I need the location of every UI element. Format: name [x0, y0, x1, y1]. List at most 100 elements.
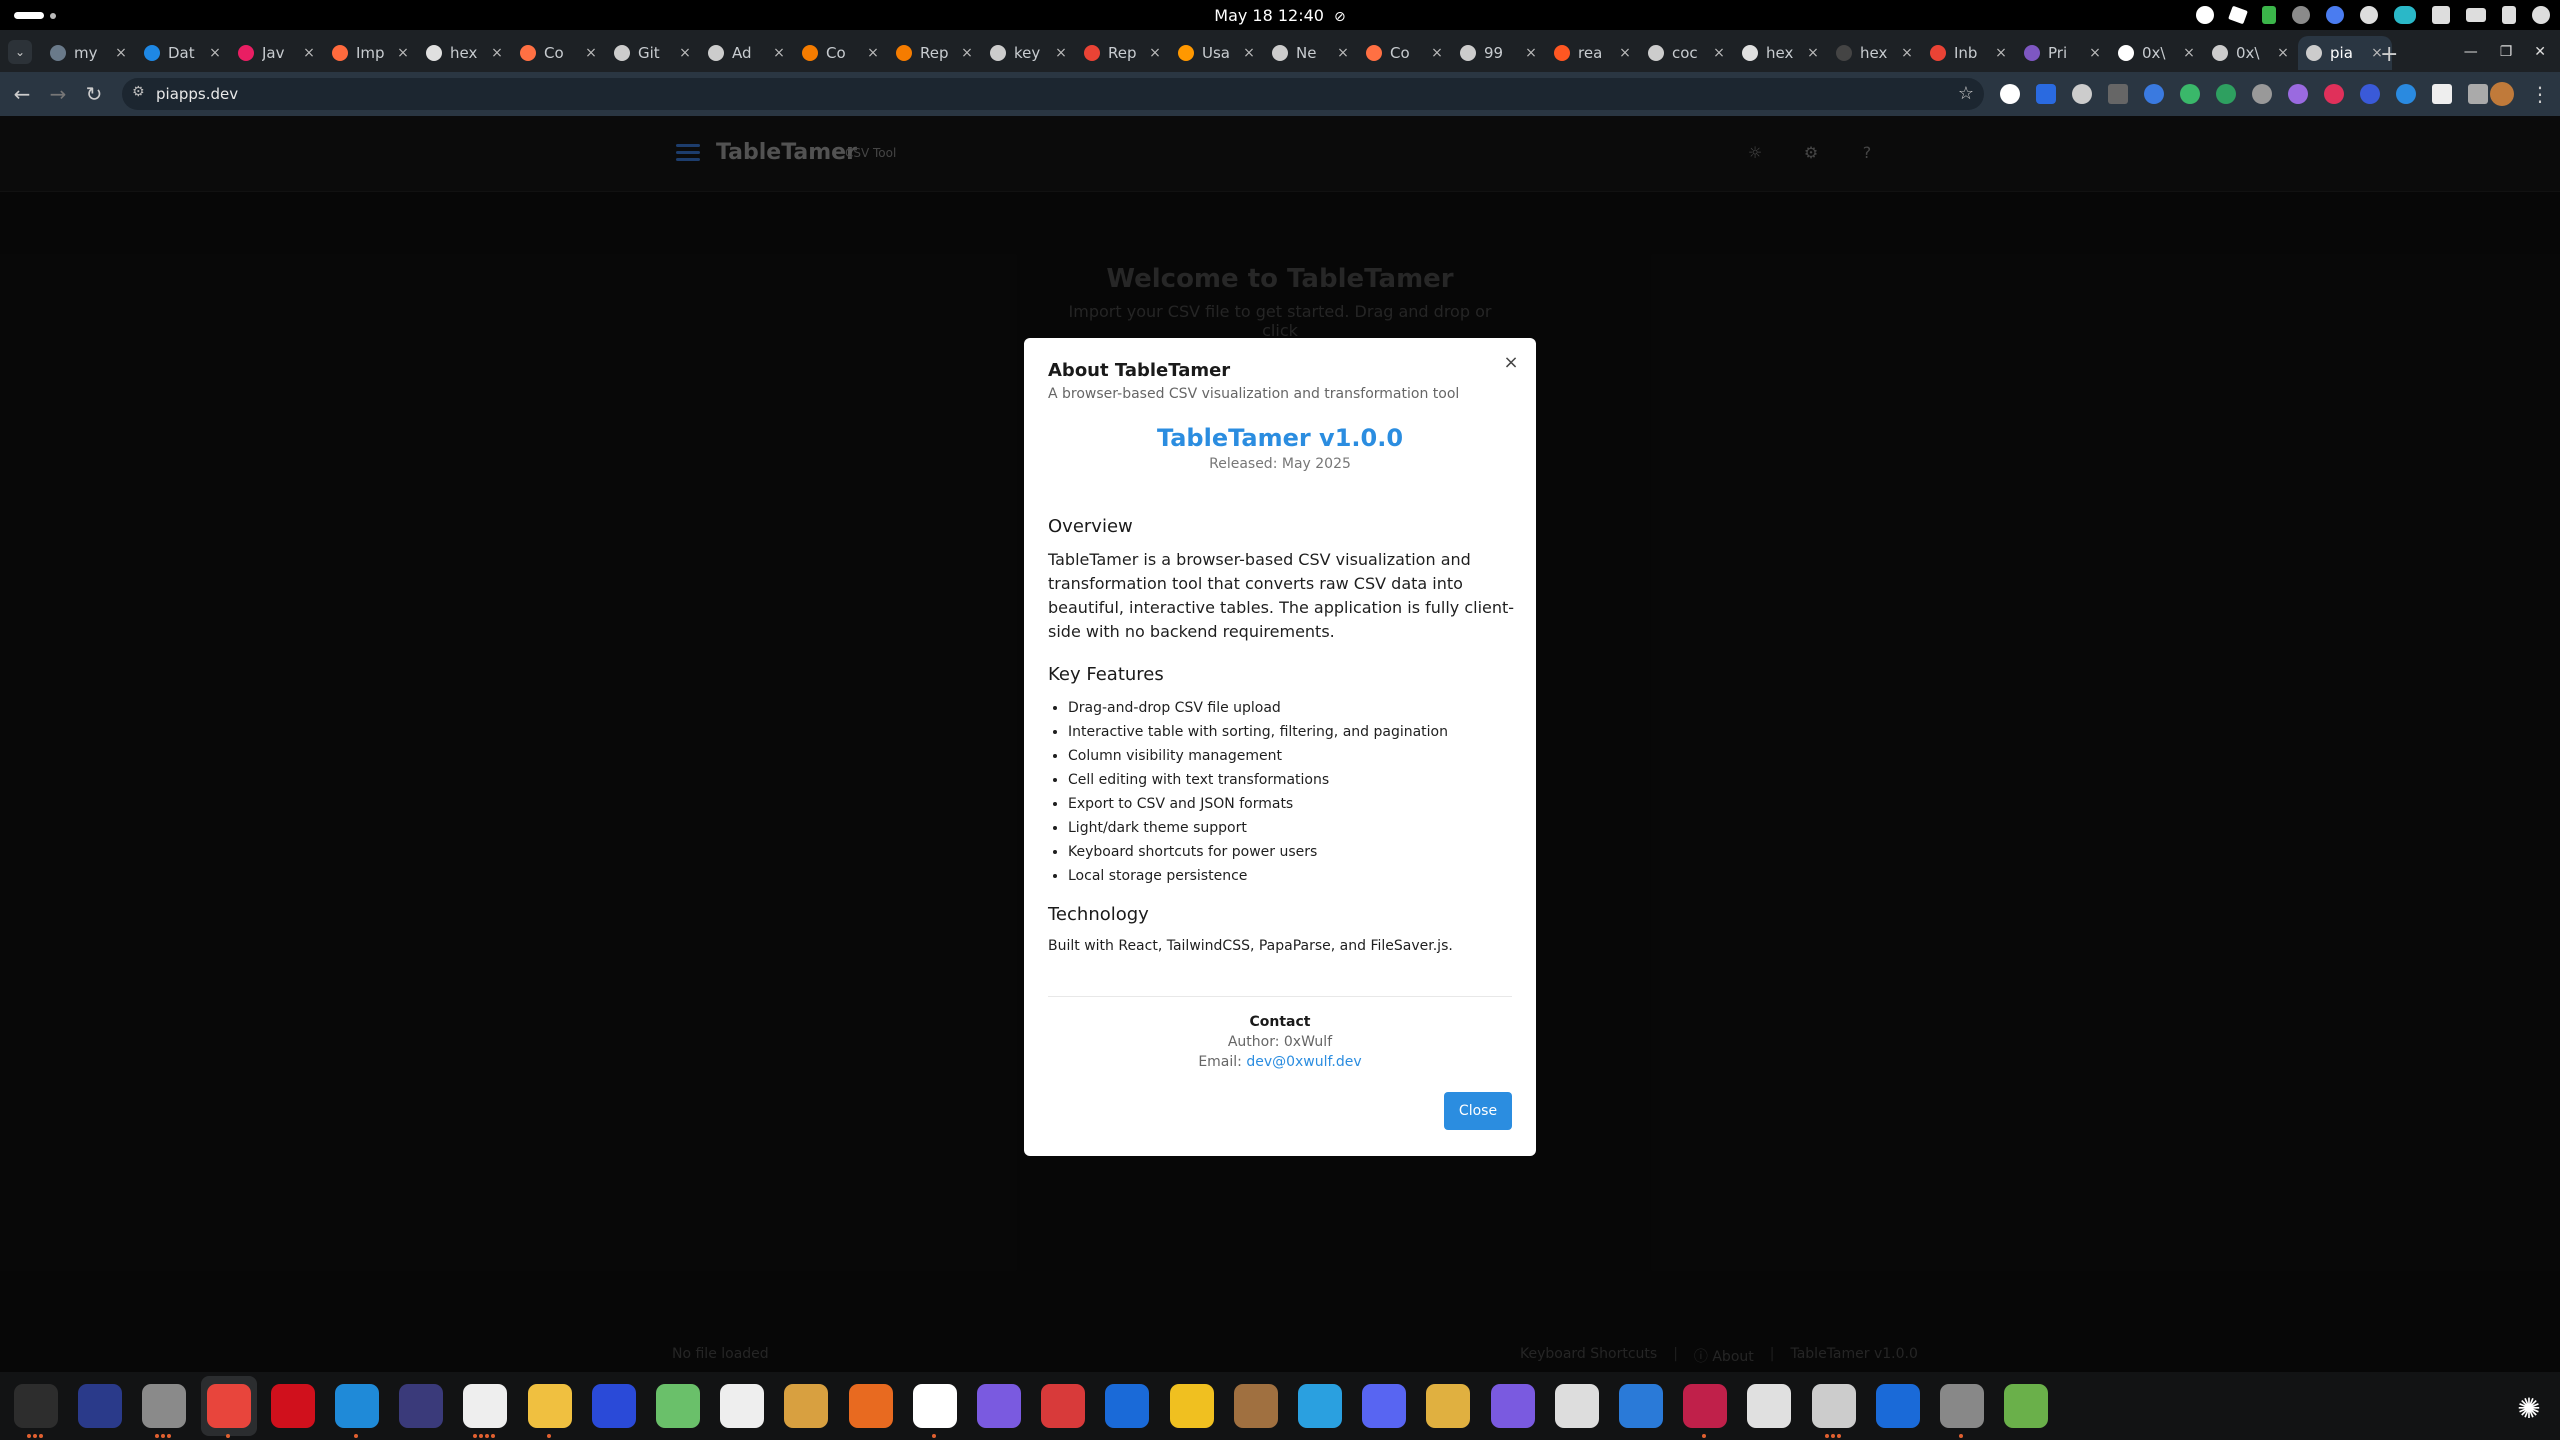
box-app-icon[interactable] [656, 1384, 700, 1428]
power-icon[interactable] [2532, 6, 2550, 24]
tab-close-icon[interactable]: × [1806, 45, 1820, 61]
site-info-icon[interactable]: ⚙ [132, 84, 145, 100]
extensions-puzzle-icon[interactable] [2468, 84, 2488, 104]
keyboard-icon[interactable] [2466, 8, 2486, 22]
tray-lock-icon[interactable] [2262, 6, 2276, 24]
extension-grammarly-icon[interactable] [2180, 84, 2200, 104]
email-link[interactable]: dev@0xwulf.dev [1246, 1054, 1361, 1070]
browser-tab[interactable]: 0x\ × [2110, 36, 2204, 70]
chrome-icon[interactable] [206, 1384, 251, 1428]
profile-avatar[interactable] [2490, 82, 2514, 106]
tab-search-button[interactable]: ⌄ [8, 40, 32, 64]
proton-vpn-icon[interactable] [1490, 1384, 1535, 1428]
opera-icon[interactable] [270, 1384, 315, 1428]
tab-close-icon[interactable]: × [1712, 45, 1726, 61]
tab-close-icon[interactable]: × [490, 45, 504, 61]
address-bar[interactable]: ⚙ piapps.dev ☆ [122, 78, 1984, 110]
image-viewer-icon[interactable] [1811, 1384, 1856, 1428]
books-icon[interactable] [1233, 1384, 1278, 1428]
tab-close-icon[interactable]: × [1524, 45, 1538, 61]
files-icon[interactable] [142, 1384, 187, 1428]
close-button[interactable]: Close [1444, 1092, 1512, 1130]
prompt-icon[interactable] [1169, 1384, 1214, 1428]
screen-manager-icon[interactable] [78, 1384, 123, 1428]
extension-icon[interactable] [2396, 84, 2416, 104]
browser-tab[interactable]: key × [982, 36, 1076, 70]
telegram-tray-icon[interactable] [2228, 5, 2248, 25]
tab-close-icon[interactable]: × [1054, 45, 1068, 61]
browser-tab[interactable]: Co × [1358, 36, 1452, 70]
unity-icon[interactable] [720, 1384, 765, 1428]
browser-tab[interactable]: Imp × [324, 36, 418, 70]
browser-tab[interactable]: hex × [418, 36, 512, 70]
show-apps-icon[interactable]: ✺ [2512, 1392, 2546, 1426]
browser-tab[interactable]: Pri × [2016, 36, 2110, 70]
tab-close-icon[interactable]: × [1430, 45, 1444, 61]
close-icon[interactable]: × [1500, 352, 1522, 374]
extension-icon[interactable] [2144, 84, 2164, 104]
telegram-icon[interactable] [1298, 1384, 1342, 1428]
discord-icon[interactable] [1362, 1384, 1407, 1428]
sloth-icon[interactable] [784, 1384, 829, 1428]
bookmark-star-icon[interactable]: ☆ [1958, 83, 1974, 104]
accessibility-icon[interactable] [2196, 6, 2214, 24]
browser-tab[interactable]: coc × [1640, 36, 1734, 70]
game-icon[interactable] [1426, 1384, 1471, 1428]
tab-close-icon[interactable]: × [114, 45, 128, 61]
tab-close-icon[interactable]: × [772, 45, 786, 61]
document-viewer-icon[interactable] [1747, 1384, 1792, 1428]
terminal-icon[interactable] [14, 1384, 58, 1428]
calendar-icon[interactable] [912, 1384, 957, 1428]
password-manager-icon[interactable] [1105, 1384, 1150, 1428]
browser-tab[interactable]: Jav × [230, 36, 324, 70]
tab-close-icon[interactable]: × [866, 45, 880, 61]
minimize-icon[interactable]: — [2464, 44, 2478, 60]
tab-close-icon[interactable]: × [584, 45, 598, 61]
tab-close-icon[interactable]: × [1994, 45, 2008, 61]
extension-1password-icon[interactable] [2000, 84, 2020, 104]
reload-icon[interactable]: ↻ [82, 82, 106, 106]
forward-icon[interactable]: → [46, 82, 70, 106]
browser-tab[interactable]: Inb × [1922, 36, 2016, 70]
browser-tab[interactable]: Git × [606, 36, 700, 70]
browser-tab[interactable]: 0x\ × [2204, 36, 2298, 70]
app-center-icon[interactable] [848, 1384, 893, 1428]
tab-close-icon[interactable]: × [1242, 45, 1256, 61]
tab-close-icon[interactable]: × [2182, 45, 2196, 61]
tab-close-icon[interactable]: × [678, 45, 692, 61]
maximize-icon[interactable]: ❐ [2500, 44, 2513, 60]
tab-close-icon[interactable]: × [1900, 45, 1914, 61]
extension-icon[interactable] [2252, 84, 2272, 104]
close-window-icon[interactable]: ✕ [2534, 44, 2546, 60]
tab-close-icon[interactable]: × [1148, 45, 1162, 61]
browser-tab[interactable]: rea × [1546, 36, 1640, 70]
extension-notion-icon[interactable] [2432, 84, 2452, 104]
todo-icon[interactable] [1041, 1384, 1086, 1428]
tray-globe-icon[interactable] [2360, 6, 2378, 24]
volume-icon[interactable] [2502, 6, 2516, 24]
url-text[interactable]: piapps.dev [156, 85, 238, 103]
extension-icon[interactable] [2288, 84, 2308, 104]
text-editor-icon[interactable] [527, 1384, 572, 1428]
eclipse-icon[interactable] [399, 1384, 444, 1428]
thunderbird-icon[interactable] [1875, 1384, 1920, 1428]
browser-tab[interactable]: pia × [2298, 36, 2392, 70]
mail-icon[interactable] [977, 1384, 1021, 1428]
tab-close-icon[interactable]: × [2088, 45, 2102, 61]
clock[interactable]: May 18 12:40 ⊘ [0, 6, 2560, 25]
tab-close-icon[interactable]: × [960, 45, 974, 61]
back-icon[interactable]: ← [10, 82, 34, 106]
intellij-icon[interactable] [591, 1384, 636, 1428]
tab-close-icon[interactable]: × [208, 45, 222, 61]
cloud-icon[interactable] [2394, 6, 2416, 24]
new-tab-button[interactable]: + [2380, 42, 2398, 67]
browser-tab[interactable]: Co × [512, 36, 606, 70]
raspberry-pi-icon[interactable] [1683, 1384, 1728, 1428]
trash-icon[interactable] [2004, 1384, 2049, 1428]
browser-tab[interactable]: Rep × [1076, 36, 1170, 70]
browser-menu-icon[interactable]: ⋮ [2530, 82, 2550, 106]
browser-tab[interactable]: my × [42, 36, 136, 70]
vscode-icon[interactable] [335, 1384, 379, 1428]
browser-tab[interactable]: Usa × [1170, 36, 1264, 70]
browser-tab[interactable]: 99 × [1452, 36, 1546, 70]
